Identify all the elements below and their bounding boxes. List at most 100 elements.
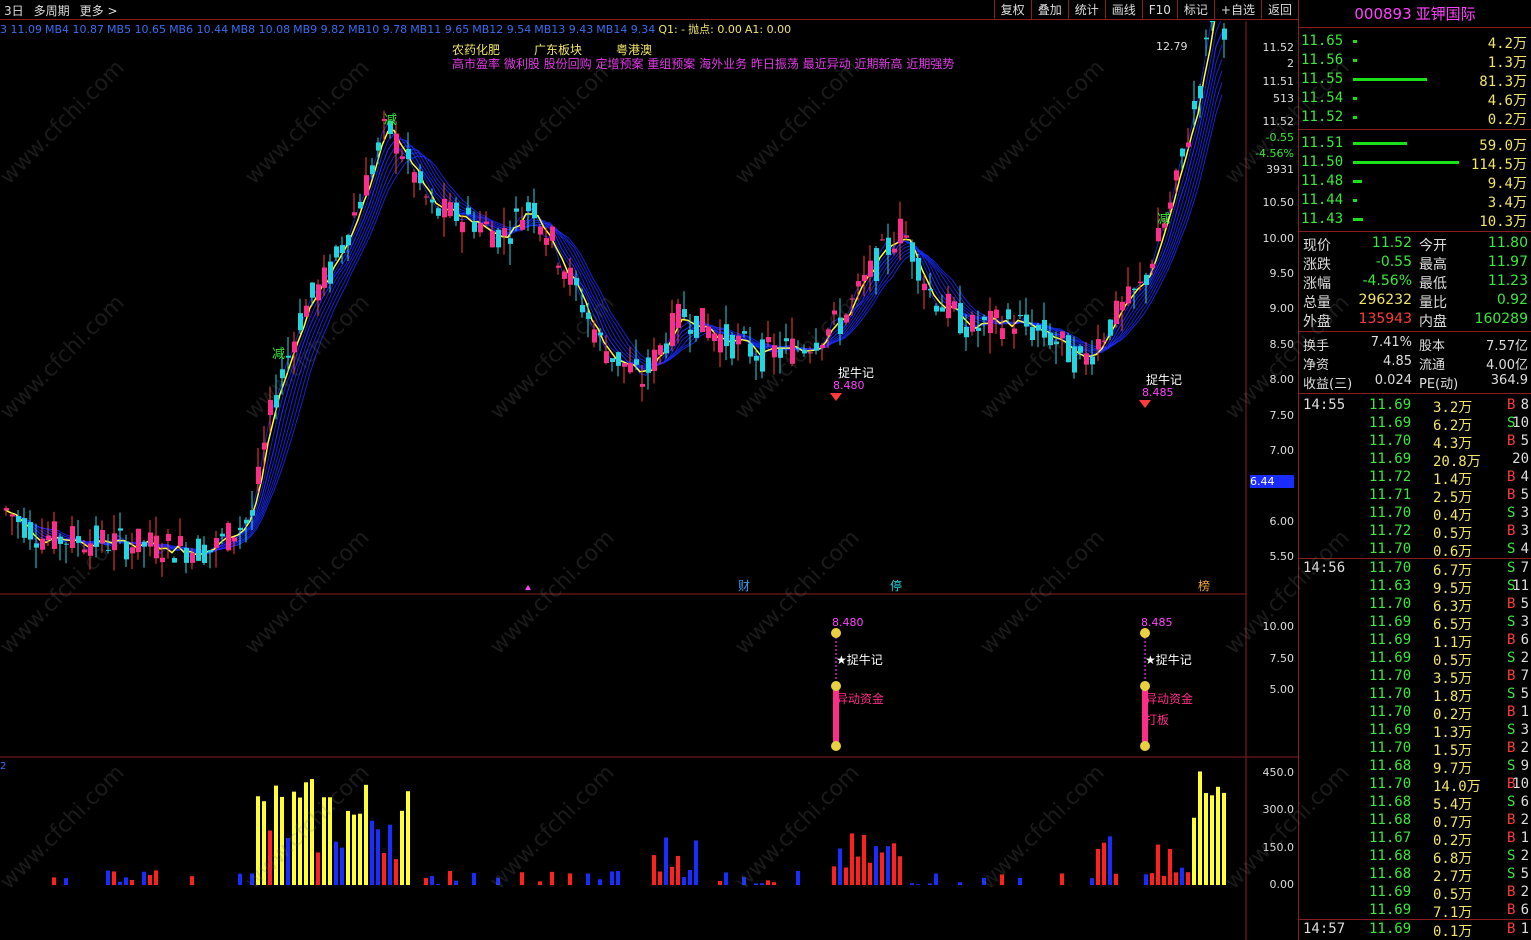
toolbar-button-0[interactable]: 复权 xyxy=(993,0,1031,20)
toolbar-button-1[interactable]: 叠加 xyxy=(1030,0,1068,20)
candle-body xyxy=(880,239,885,241)
candle-body xyxy=(466,207,471,215)
tick-price: 11.70 xyxy=(1369,541,1412,557)
bids-row[interactable]: 11.50 114.5万 xyxy=(1299,153,1531,173)
quote-row: 涨幅 -4.56% 最低 11.23 xyxy=(1299,272,1531,292)
candle-body xyxy=(1174,170,1179,181)
volume-bar xyxy=(694,840,698,885)
more-button[interactable]: 更多 > xyxy=(80,2,118,19)
volume-bar xyxy=(148,875,152,885)
volume-bar xyxy=(304,782,308,885)
candle-body xyxy=(220,533,225,537)
tick-volume: 0.6万 xyxy=(1433,544,1473,560)
volume-bar xyxy=(586,873,590,885)
candle-body xyxy=(850,298,855,300)
candle-body xyxy=(340,245,345,253)
volume-bar xyxy=(322,797,326,885)
volume-bar xyxy=(718,880,722,885)
candle-body xyxy=(502,228,507,237)
candle-body xyxy=(994,309,999,319)
price-axis-label: 513 xyxy=(1273,92,1294,105)
bids-volume-bar xyxy=(1353,199,1357,202)
volume-bar xyxy=(928,883,932,885)
candle-body xyxy=(1204,37,1209,40)
volume-bar xyxy=(448,870,452,885)
volume-bar xyxy=(1144,874,1148,885)
candle-body xyxy=(724,324,729,347)
volume-bar xyxy=(52,877,56,885)
volume-axis-label: 300.0 xyxy=(1262,803,1295,816)
candle-body xyxy=(634,359,639,365)
toolbar-right-buttons: 复权 叠加 统计 画线 F10 标记 +自选 返回 xyxy=(993,0,1298,20)
toolbar-button-5[interactable]: 标记 xyxy=(1176,0,1214,20)
candle-body xyxy=(1102,340,1107,342)
toolbar-button-3[interactable]: 画线 xyxy=(1104,0,1142,20)
candle-body xyxy=(238,527,243,530)
candle-body xyxy=(784,338,789,342)
candle-body xyxy=(760,339,765,372)
candle-body xyxy=(988,310,993,334)
bids-row[interactable]: 11.48 9.4万 xyxy=(1299,172,1531,192)
toolbar-button-7[interactable]: 返回 xyxy=(1260,0,1298,20)
candle-body xyxy=(10,514,15,517)
volume-bar xyxy=(1114,873,1118,885)
bids-row[interactable]: 11.51 59.0万 xyxy=(1299,134,1531,154)
asks-row[interactable]: 11.56 1.3万 xyxy=(1299,51,1531,71)
ma-ribbon-line xyxy=(3,70,1223,553)
asks-row[interactable]: 11.54 4.6万 xyxy=(1299,89,1531,109)
tick-side: B xyxy=(1507,668,1516,684)
tick-side: S xyxy=(1507,686,1516,702)
candle-body xyxy=(652,349,657,371)
candle-body xyxy=(718,334,723,353)
asks-row[interactable]: 11.65 4.2万 xyxy=(1299,32,1531,52)
candle-body xyxy=(202,544,207,563)
asks-volume: 81.3万 xyxy=(1479,74,1527,90)
asks-row[interactable]: 11.55 81.3万 xyxy=(1299,70,1531,90)
volume-bar xyxy=(286,838,290,885)
signal-label: ★捉牛记 xyxy=(836,652,883,667)
candle-body xyxy=(1192,100,1197,110)
candle-body xyxy=(862,274,867,281)
period-3d-button[interactable]: 3日 xyxy=(4,2,24,19)
quote-label: 最低 xyxy=(1419,276,1447,292)
volume-bar xyxy=(1210,795,1214,885)
tick-volume: 0.1万 xyxy=(1433,924,1473,940)
toolbar-button-4[interactable]: F10 xyxy=(1141,0,1177,20)
volume-bar xyxy=(1216,786,1220,885)
candle-body xyxy=(628,363,633,373)
volume-bar xyxy=(862,835,866,885)
candle-body xyxy=(982,316,987,321)
multi-period-button[interactable]: 多周期 xyxy=(34,2,70,19)
bids-row[interactable]: 11.43 10.3万 xyxy=(1299,210,1531,230)
candle-body xyxy=(1078,346,1083,353)
tick-list[interactable]: 14:55 11.69 3.2万 B 8 11.69 6.2万 S 10 11.70 4.3万 B 5 1… xyxy=(1299,394,1531,940)
candle-body xyxy=(406,148,411,160)
asks-volume: 1.3万 xyxy=(1487,55,1527,71)
candle-body xyxy=(1198,85,1203,99)
quote-label: 量比 xyxy=(1419,295,1447,311)
asks-row[interactable]: 11.52 0.2万 xyxy=(1299,108,1531,128)
candle-body xyxy=(412,172,417,183)
asks-price: 11.54 xyxy=(1301,90,1344,106)
toolbar-button-2[interactable]: 统计 xyxy=(1067,0,1105,20)
chart-area[interactable]: 减减减12.79捉牛记8.480 捉牛记8.485财停榜8.480★捉牛记异动资金… xyxy=(0,21,1298,940)
bids-row[interactable]: 11.44 3.4万 xyxy=(1299,191,1531,211)
ma-ribbon-line xyxy=(3,44,1223,554)
tick-row: 11.71 2.5万 B 5 xyxy=(1299,486,1531,506)
candle-body xyxy=(76,536,81,543)
candle-body xyxy=(130,547,135,554)
quote-label: 换手 xyxy=(1303,339,1330,354)
price-axis-label: 11.51 xyxy=(1262,75,1295,88)
tick-row: 11.70 4.3万 B 5 xyxy=(1299,432,1531,452)
asks-volume: 0.2万 xyxy=(1487,112,1527,128)
volume-bar xyxy=(1108,836,1112,885)
price-axis-label: 8.00 xyxy=(1269,373,1295,386)
tick-price: 11.69 xyxy=(1369,921,1412,937)
quote-row: 涨跌 -0.55 最高 11.97 xyxy=(1299,253,1531,273)
asks-volume-bar xyxy=(1353,78,1427,81)
tick-time: 14:56 xyxy=(1303,560,1346,576)
asks-volume-bar xyxy=(1353,97,1357,100)
toolbar-button-6[interactable]: +自选 xyxy=(1213,0,1261,20)
tick-row: 11.70 1.5万 B 2 xyxy=(1299,739,1531,759)
candle-body xyxy=(556,265,561,268)
